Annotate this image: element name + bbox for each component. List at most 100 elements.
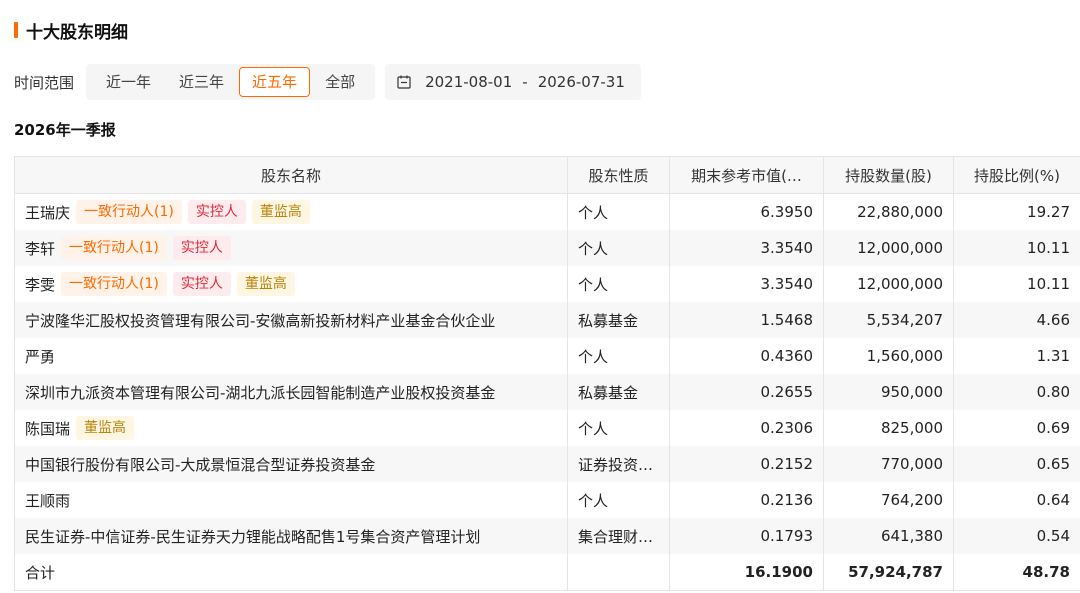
range-option-5y[interactable]: 近五年 <box>239 67 311 97</box>
table-row[interactable]: 陈国瑞 董监高 个人 0.2306 825,000 0.69 <box>14 410 1080 446</box>
share-ratio: 0.64 <box>953 482 1080 518</box>
holder-name-wrap: 民生证券-中信证券-民生证券天力锂能战略配售1号集合资产管理计划 <box>25 526 557 547</box>
total-share-ratio: 48.78 <box>953 554 1080 591</box>
holder-name-cell: 李轩 一致行动人(1) 实控人 <box>14 230 568 266</box>
header-holder-name[interactable]: 股东名称 <box>14 156 568 194</box>
share-count: 764,200 <box>823 482 954 518</box>
holder-nature: 个人 <box>567 482 670 518</box>
table-row[interactable]: 中国银行股份有限公司-大成景恒混合型证券投资基金 证券投资基金 0.2152 770,… <box>14 446 1080 482</box>
holder-tag: 董监高 <box>251 200 310 224</box>
date-start: 2021-08-01 <box>425 73 513 91</box>
calendar-icon <box>397 75 411 89</box>
header-market-value[interactable]: 期末参考市值(… <box>669 156 824 194</box>
holder-name: 王顺雨 <box>25 491 71 510</box>
share-count: 770,000 <box>823 446 954 482</box>
range-option-1y[interactable]: 近一年 <box>93 67 164 97</box>
shareholders-table: 股东名称 股东性质 期末参考市值(… 持股数量(股) 持股比例(%) 王瑞庆 一致… <box>14 156 1080 591</box>
table-body: 王瑞庆 一致行动人(1) 实控人 董监高 个人 6.3950 22,880,000 19.27… <box>14 193 1080 591</box>
holder-name: 中国银行股份有限公司-大成景恒混合型证券投资基金 <box>25 455 376 474</box>
holder-name-wrap: 李轩 一致行动人(1) 实控人 <box>25 236 557 260</box>
table-row[interactable]: 严勇 个人 0.4360 1,560,000 1.31 <box>14 338 1080 374</box>
share-count: 950,000 <box>823 374 954 410</box>
date-range-picker[interactable]: 2021-08-01 - 2026-07-31 <box>385 64 641 100</box>
total-share-count: 57,924,787 <box>823 554 954 591</box>
holder-name: 深圳市九派资本管理有限公司-湖北九派长园智能制造产业股权投资基金 <box>25 383 496 402</box>
table-row[interactable]: 民生证券-中信证券-民生证券天力锂能战略配售1号集合资产管理计划 集合理财计划 0.… <box>14 518 1080 554</box>
total-nature <box>567 554 670 591</box>
holder-name: 民生证券-中信证券-民生证券天力锂能战略配售1号集合资产管理计划 <box>25 527 481 546</box>
holder-tag: 实控人 <box>187 200 246 224</box>
holder-nature: 集合理财计划 <box>567 518 670 554</box>
holder-name-cell: 严勇 <box>14 338 568 374</box>
holder-nature: 个人 <box>567 338 670 374</box>
holder-tag: 实控人 <box>172 272 231 296</box>
table-header-row: 股东名称 股东性质 期末参考市值(… 持股数量(股) 持股比例(%) <box>14 156 1080 194</box>
date-separator: - <box>522 73 528 91</box>
holder-name-cell: 宁波隆华汇股权投资管理有限公司-安徽高新投新材料产业基金合伙企业 <box>14 302 568 338</box>
holder-tag: 一致行动人(1) <box>61 272 167 296</box>
share-ratio: 0.69 <box>953 410 1080 446</box>
share-ratio: 1.31 <box>953 338 1080 374</box>
market-value: 0.1793 <box>669 518 824 554</box>
holder-tag: 一致行动人(1) <box>61 236 167 260</box>
holder-name: 陈国瑞 <box>25 419 71 438</box>
holder-name-wrap: 严勇 <box>25 346 557 367</box>
holder-nature: 个人 <box>567 230 670 266</box>
share-count: 825,000 <box>823 410 954 446</box>
section-header: 十大股东明细 <box>14 18 128 43</box>
market-value: 0.2152 <box>669 446 824 482</box>
header-share-count[interactable]: 持股数量(股) <box>823 156 954 194</box>
range-option-all[interactable]: 全部 <box>312 67 368 97</box>
table-row[interactable]: 王瑞庆 一致行动人(1) 实控人 董监高 个人 6.3950 22,880,000 19.27 <box>14 193 1080 230</box>
share-ratio: 0.65 <box>953 446 1080 482</box>
holder-name: 王瑞庆 <box>25 203 71 222</box>
holder-name: 李雯 <box>25 275 56 294</box>
range-option-3y[interactable]: 近三年 <box>166 67 237 97</box>
table-row[interactable]: 王顺雨 个人 0.2136 764,200 0.64 <box>14 482 1080 518</box>
total-market-value: 16.1900 <box>669 554 824 591</box>
header-share-ratio[interactable]: 持股比例(%) <box>953 156 1080 194</box>
share-count: 12,000,000 <box>823 230 954 266</box>
table-row[interactable]: 宁波隆华汇股权投资管理有限公司-安徽高新投新材料产业基金合伙企业 私募基金 1.54… <box>14 302 1080 338</box>
holder-nature: 个人 <box>567 193 670 230</box>
table-row[interactable]: 李雯 一致行动人(1) 实控人 董监高 个人 3.3540 12,000,000 10.11 <box>14 266 1080 302</box>
section-title: 十大股东明细 <box>26 22 128 43</box>
market-value: 0.2655 <box>669 374 824 410</box>
share-ratio: 10.11 <box>953 230 1080 266</box>
total-label: 合计 <box>14 554 568 591</box>
holder-name-wrap: 王顺雨 <box>25 490 557 511</box>
holder-name-cell: 李雯 一致行动人(1) 实控人 董监高 <box>14 266 568 302</box>
share-ratio: 10.11 <box>953 266 1080 302</box>
share-count: 12,000,000 <box>823 266 954 302</box>
market-value: 0.2136 <box>669 482 824 518</box>
share-ratio: 0.80 <box>953 374 1080 410</box>
market-value: 0.4360 <box>669 338 824 374</box>
holder-tag: 董监高 <box>236 272 295 296</box>
date-end: 2026-07-31 <box>537 73 625 91</box>
holder-nature: 私募基金 <box>567 374 670 410</box>
holder-nature: 个人 <box>567 266 670 302</box>
share-ratio: 19.27 <box>953 193 1080 230</box>
holder-name-cell: 深圳市九派资本管理有限公司-湖北九派长园智能制造产业股权投资基金 <box>14 374 568 410</box>
table-row[interactable]: 深圳市九派资本管理有限公司-湖北九派长园智能制造产业股权投资基金 私募基金 0.26… <box>14 374 1080 410</box>
filter-label: 时间范围 <box>14 73 75 92</box>
holder-name-wrap: 王瑞庆 一致行动人(1) 实控人 董监高 <box>25 200 557 224</box>
share-count: 1,560,000 <box>823 338 954 374</box>
holder-name: 严勇 <box>25 347 56 366</box>
holder-tag: 实控人 <box>172 236 231 260</box>
holder-nature: 个人 <box>567 410 670 446</box>
holder-name-cell: 民生证券-中信证券-民生证券天力锂能战略配售1号集合资产管理计划 <box>14 518 568 554</box>
holder-name-wrap: 陈国瑞 董监高 <box>25 416 557 440</box>
holder-tag: 一致行动人(1) <box>76 200 182 224</box>
holder-name: 宁波隆华汇股权投资管理有限公司-安徽高新投新材料产业基金合伙企业 <box>25 311 496 330</box>
table-row[interactable]: 李轩 一致行动人(1) 实控人 个人 3.3540 12,000,000 10.11 <box>14 230 1080 266</box>
time-range-filter: 时间范围 近一年 近三年 近五年 全部 2021-08-01 - 2026-07… <box>14 64 641 100</box>
share-count: 641,380 <box>823 518 954 554</box>
market-value: 6.3950 <box>669 193 824 230</box>
holder-name-cell: 陈国瑞 董监高 <box>14 410 568 446</box>
holder-name-wrap: 宁波隆华汇股权投资管理有限公司-安徽高新投新材料产业基金合伙企业 <box>25 310 557 331</box>
header-holder-nature[interactable]: 股东性质 <box>567 156 670 194</box>
holder-name-cell: 中国银行股份有限公司-大成景恒混合型证券投资基金 <box>14 446 568 482</box>
range-segmented-control: 近一年 近三年 近五年 全部 <box>86 64 376 100</box>
report-period-title: 2026年一季报 <box>14 121 116 139</box>
